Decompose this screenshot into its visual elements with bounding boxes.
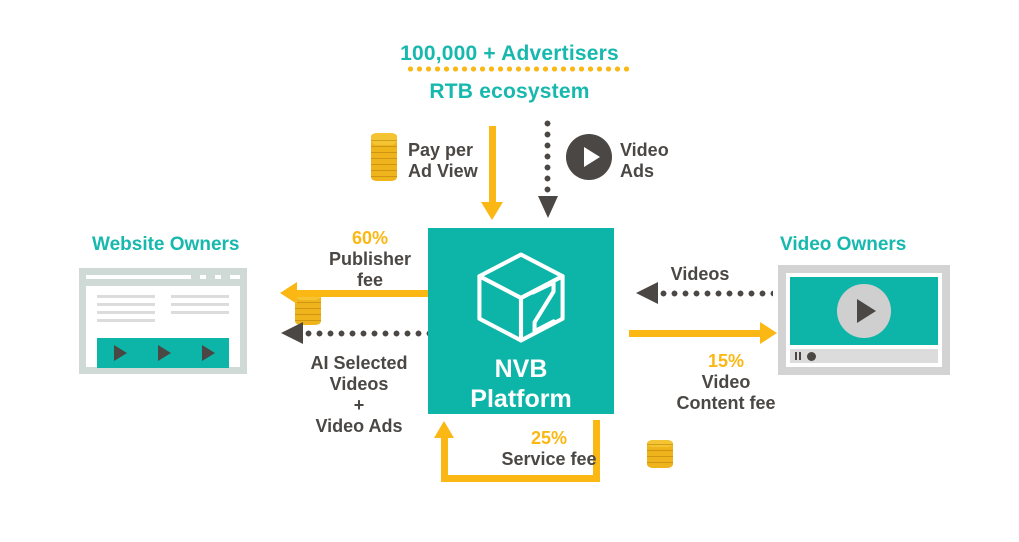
publisher-fee-line1: Publisher xyxy=(328,249,412,269)
yellow-right-arrow-shaft xyxy=(629,330,761,337)
dark-dotted-down-arrow-shaft xyxy=(544,118,551,198)
rtb-dotted-divider xyxy=(406,66,632,72)
service-fee-text: Service fee xyxy=(501,449,597,469)
dark-dotted-down-arrow-head xyxy=(538,196,558,218)
platform-name-line1: NVB xyxy=(494,355,548,383)
nvb-cube-logo-icon xyxy=(477,252,565,343)
nvb-platform-box[interactable]: NVB Platform xyxy=(428,228,614,414)
service-fee-path-left xyxy=(441,438,448,478)
yellow-left-arrow-head xyxy=(280,282,297,304)
pay-per-ad-view-label: Pay per Ad View xyxy=(408,140,528,182)
publisher-fee-percent: 60% xyxy=(351,228,389,248)
ai-videos-line4: Video Ads xyxy=(315,416,403,436)
video-content-fee-line2: Content fee xyxy=(676,393,776,413)
yellow-down-arrow-shaft xyxy=(489,126,496,204)
window-dash-icon xyxy=(221,275,230,279)
yellow-right-arrow-head xyxy=(760,322,777,344)
videos-label: Videos xyxy=(670,264,730,284)
coin-stack-icon xyxy=(371,133,397,181)
publisher-fee-line2: fee xyxy=(356,270,383,290)
text-column-right xyxy=(171,295,229,327)
website-browser-mockup-icon xyxy=(79,268,247,374)
video-content-fee-percent: 15% xyxy=(707,351,745,371)
video-play-button-icon[interactable] xyxy=(837,284,891,338)
yellow-down-arrow-head xyxy=(481,202,503,220)
advertisers-heading: 100,000 + Advertisers xyxy=(400,42,619,65)
window-dash-icon xyxy=(206,275,215,279)
service-fee-label: 25% Service fee xyxy=(488,428,610,470)
video-thumbnail xyxy=(97,338,141,368)
video-owners-heading: Video Owners xyxy=(780,234,907,255)
text-column-left xyxy=(97,295,155,327)
scrub-handle[interactable] xyxy=(807,351,816,361)
videos-dotted-arrow-shaft xyxy=(658,290,773,297)
dark-dotted-left-arrow-head xyxy=(281,322,303,344)
video-ads-line2: Ads xyxy=(620,161,655,181)
video-screen xyxy=(790,277,938,345)
platform-name: NVB Platform xyxy=(470,354,571,414)
video-ads-line1: Video xyxy=(620,140,669,160)
publisher-fee-label: 60% Publisher fee xyxy=(322,228,418,291)
ai-videos-line1: AI Selected xyxy=(310,353,408,373)
coin-stack-icon xyxy=(647,440,673,468)
diagram-canvas: 100,000 + Advertisers RTB ecosystem Pay … xyxy=(0,0,1019,542)
videos-dotted-arrow-head xyxy=(636,282,658,304)
dark-dotted-left-arrow-shaft xyxy=(303,330,428,337)
rtb-ecosystem-heading: RTB ecosystem xyxy=(429,80,590,103)
browser-content xyxy=(86,286,240,368)
video-ads-label: Video Ads xyxy=(620,140,730,182)
ai-videos-line3: + xyxy=(353,395,365,415)
play-circle-icon xyxy=(566,134,612,180)
website-owners-heading: Website Owners xyxy=(92,234,240,255)
browser-titlebar xyxy=(86,275,240,286)
ai-videos-line2: Videos xyxy=(329,374,389,394)
window-dash-icon xyxy=(191,275,200,279)
pay-per-ad-view-line2: Ad View xyxy=(408,161,478,181)
yellow-left-arrow-shaft xyxy=(296,290,428,297)
video-thumbnail xyxy=(185,338,229,368)
video-content-fee-line1: Video xyxy=(701,372,751,392)
pay-per-ad-view-line1: Pay per xyxy=(408,140,474,160)
service-fee-path-bottom xyxy=(441,475,600,482)
video-thumbnail xyxy=(141,338,185,368)
service-fee-percent: 25% xyxy=(530,428,568,448)
platform-name-line2: Platform xyxy=(470,385,572,413)
video-player-mockup-icon xyxy=(778,265,950,375)
video-content-fee-label: 15% Video Content fee xyxy=(650,351,802,414)
ai-selected-videos-label: AI Selected Videos + Video Ads xyxy=(285,353,433,437)
video-scrub-bar[interactable] xyxy=(790,349,938,363)
service-fee-arrow-head xyxy=(434,421,454,438)
